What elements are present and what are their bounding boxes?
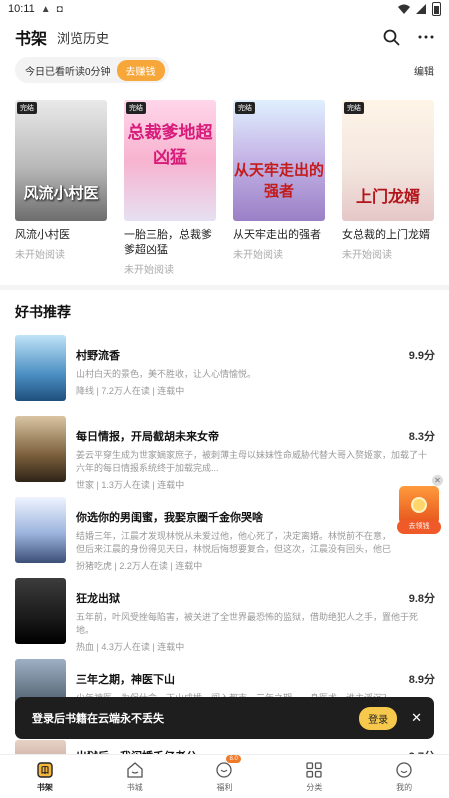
collect-money-label[interactable]: 去领钱 <box>397 520 441 534</box>
book-cover[interactable] <box>15 416 66 482</box>
book-title: 村野流香 <box>76 350 120 362</box>
tab-label: 我的 <box>396 782 413 792</box>
wifi-icon <box>398 4 410 14</box>
tab-label: 书架 <box>36 782 53 792</box>
tab-label: 书城 <box>126 782 143 792</box>
close-icon[interactable]: ✕ <box>432 475 443 486</box>
tab-bookshelf-nav[interactable]: 书架 <box>0 755 90 798</box>
tab-label: 福利 <box>216 782 233 792</box>
book-title: 三年之期，神医下山 <box>76 674 175 686</box>
search-icon[interactable] <box>383 29 400 46</box>
recommend-section-title: 好书推荐 <box>15 304 71 320</box>
welfare-badge: 8.0 <box>226 755 241 763</box>
finished-tag: 完结 <box>17 102 37 114</box>
section-divider <box>0 285 449 290</box>
edit-button[interactable]: 编辑 <box>414 63 434 78</box>
book-cover[interactable] <box>15 497 66 563</box>
book-meta: 扮猪吃虎 | 2.2万人在读 | 连载中 <box>76 561 203 571</box>
notification-shield-icon: ◘ <box>56 3 63 15</box>
book-title: 风流小村医 <box>15 229 70 241</box>
header: 书架 浏览历史 <box>0 18 449 56</box>
more-icon[interactable] <box>418 35 434 39</box>
tab-browse-history[interactable]: 浏览历史 <box>57 28 109 47</box>
book-cover[interactable] <box>15 578 66 644</box>
book-meta: 世家 | 1.3万人在读 | 连载中 <box>76 480 185 490</box>
shelf-book[interactable]: 完结 上门龙婿 女总裁的上门龙婿 未开始阅读 <box>342 100 434 276</box>
book-status: 未开始阅读 <box>15 250 65 261</box>
reward-float-widget[interactable]: ✕ 去领钱 <box>397 475 443 536</box>
book-title: 一胎三胎，总裁爹爹超凶猛 <box>124 229 212 256</box>
book-meta: 热血 | 4.3万人在读 | 连载中 <box>76 642 185 652</box>
tab-bookshelf[interactable]: 书架 <box>15 25 47 49</box>
tab-label: 分类 <box>306 782 323 792</box>
welfare-icon <box>216 761 233 778</box>
finished-tag: 完结 <box>126 102 146 114</box>
tab-profile[interactable]: 我的 <box>359 755 449 798</box>
shelf-book[interactable]: 完结 总裁爹地超凶猛 一胎三胎，总裁爹爹超凶猛 未开始阅读 <box>124 100 216 276</box>
bookshelf-grid: 完结 风流小村医 风流小村医 未开始阅读 完结 总裁爹地超凶猛 一胎三胎，总裁爹… <box>15 100 434 276</box>
book-status: 未开始阅读 <box>342 250 392 261</box>
shelf-book[interactable]: 完结 从天牢走出的强者 从天牢走出的强者 未开始阅读 <box>233 100 325 276</box>
login-toast: 登录后书籍在云端永不丢失 登录 ✕ <box>15 697 434 739</box>
list-item[interactable]: 村野流香 9.9分 山村白天的景色，美不胜收，让人心情愉悦。 降线 | 7.2万… <box>15 335 435 416</box>
book-score: 9.9分 <box>408 350 435 362</box>
list-item[interactable]: 狂龙出狱 9.8分 五年前，叶风受挫每陷害，被关进了全世界最恐怖的监狱，借助绝犯… <box>15 578 435 659</box>
battery-icon <box>432 2 441 16</box>
cover-title: 总裁爹地超凶猛 <box>127 123 213 168</box>
bottom-tab-bar: 书架 书城 8.0 福利 分类 我的 <box>0 754 449 798</box>
book-cover[interactable]: 完结 上门龙婿 <box>342 100 434 221</box>
list-item[interactable]: 每日情报，开局截胡未来女帝 8.3分 姜云平穿生成为世家嫡家庶子，被刺薄主母以妹… <box>15 416 435 497</box>
book-cover[interactable]: 完结 风流小村医 <box>15 100 107 221</box>
book-cover[interactable]: 完结 从天牢走出的强者 <box>233 100 325 221</box>
reward-box[interactable] <box>399 486 439 524</box>
book-description: 姜云平穿生成为世家嫡家庶子，被刺薄主母以妹妹性命威胁代替大哥入赘姬家，加载了十六… <box>76 450 428 473</box>
book-title: 狂龙出狱 <box>76 593 120 605</box>
book-score: 8.9分 <box>408 674 435 686</box>
cover-title: 从天牢走出的强者 <box>233 161 324 200</box>
cover-title: 风流小村医 <box>23 184 99 202</box>
shelf-book[interactable]: 完结 风流小村医 风流小村医 未开始阅读 <box>15 100 107 276</box>
book-cover[interactable]: 完结 总裁爹地超凶猛 <box>124 100 216 221</box>
close-icon[interactable]: ✕ <box>411 710 422 726</box>
finished-tag: 完结 <box>235 102 255 114</box>
book-city-icon <box>127 761 143 778</box>
status-time: 10:11 <box>8 3 35 15</box>
profile-icon <box>396 761 412 778</box>
bookshelf-icon <box>37 761 53 778</box>
reading-time-row: 今日已看听读0分钟 去赚钱 编辑 <box>15 57 434 83</box>
category-icon <box>306 761 322 778</box>
book-title: 你选你的男闺蜜，我娶京圈千金你哭啥 <box>76 512 263 524</box>
finished-tag: 完结 <box>344 102 364 114</box>
book-title: 从天牢走出的强者 <box>233 229 321 241</box>
book-meta: 降线 | 7.2万人在读 | 连载中 <box>76 386 185 396</box>
notification-cat-icon: ▲ <box>40 3 51 15</box>
login-toast-text: 登录后书籍在云端永不丢失 <box>32 713 164 725</box>
book-description: 结婚三年，江晨才发现林悦从未爱过他，他心死了，决定离婚。林悦前不在意，但后来江晨… <box>76 531 391 554</box>
tab-book-city[interactable]: 书城 <box>90 755 180 798</box>
book-status: 未开始阅读 <box>233 250 283 261</box>
cell-signal-icon <box>416 4 426 14</box>
book-cover[interactable] <box>15 335 66 401</box>
cover-title: 上门龙婿 <box>355 187 420 206</box>
tab-category[interactable]: 分类 <box>269 755 359 798</box>
book-status: 未开始阅读 <box>124 265 174 276</box>
book-title: 每日情报，开局截胡未来女帝 <box>76 431 219 443</box>
earn-money-button[interactable]: 去赚钱 <box>116 59 165 81</box>
login-button[interactable]: 登录 <box>359 706 398 730</box>
book-title: 女总裁的上门龙婿 <box>342 229 430 241</box>
book-description: 山村白天的景色，美不胜收，让人心情愉悦。 <box>76 369 257 379</box>
coin-icon <box>411 497 427 513</box>
reading-time-text: 今日已看听读0分钟 <box>25 66 111 78</box>
tab-welfare[interactable]: 8.0 福利 <box>180 755 270 798</box>
book-description: 五年前，叶风受挫每陷害，被关进了全世界最恐怖的监狱，借助绝犯人之手，置他于死地。 <box>76 612 419 635</box>
book-score: 9.8分 <box>408 593 435 605</box>
list-item[interactable]: 你选你的男闺蜜，我娶京圈千金你哭啥 结婚三年，江晨才发现林悦从未爱过他，他心死了… <box>15 497 435 578</box>
reading-time-pill: 今日已看听读0分钟 去赚钱 <box>15 57 169 83</box>
status-bar: 10:11 ▲ ◘ <box>0 0 449 18</box>
book-score: 8.3分 <box>408 431 435 443</box>
